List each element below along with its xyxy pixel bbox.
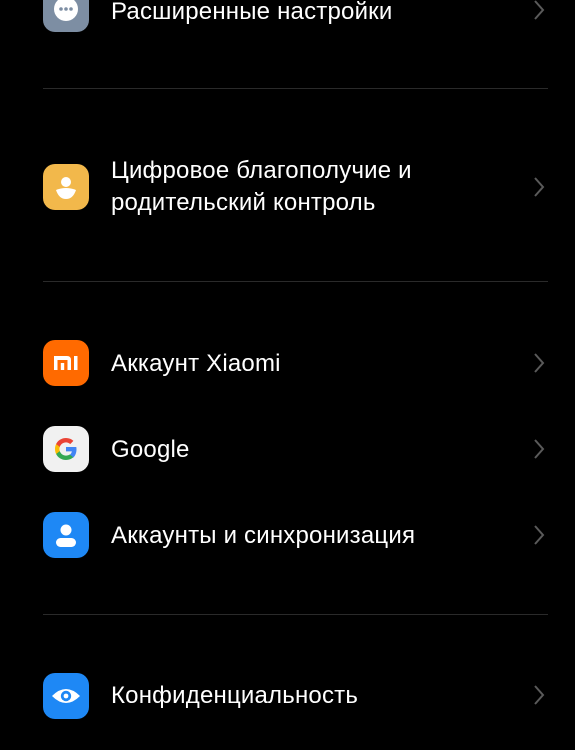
divider xyxy=(43,281,548,282)
chevron-right-icon xyxy=(534,177,545,197)
chevron-right-icon xyxy=(534,439,545,459)
settings-item-privacy[interactable]: Конфиденциальность xyxy=(0,669,575,725)
wellbeing-person-icon xyxy=(43,164,89,210)
settings-item-google[interactable]: Google xyxy=(0,421,575,477)
eye-icon xyxy=(43,673,89,719)
divider xyxy=(43,88,548,89)
chevron-right-icon xyxy=(534,525,545,545)
settings-item-label: Аккаунт Xiaomi xyxy=(111,350,281,377)
chevron-right-icon xyxy=(534,0,545,20)
mi-logo-icon xyxy=(43,340,89,386)
settings-item-label: Google xyxy=(111,436,190,463)
settings-item-xiaomi-account[interactable]: Аккаунт Xiaomi xyxy=(0,335,575,391)
settings-item-label: Аккаунты и синхронизация xyxy=(111,522,416,549)
settings-item-wellbeing[interactable]: Цифровое благополучие и родительский кон… xyxy=(0,150,575,230)
settings-item-advanced[interactable]: Расширенные настройки xyxy=(0,0,575,46)
account-person-icon xyxy=(43,512,89,558)
settings-item-label-line2: родительский контроль xyxy=(111,189,376,216)
settings-item-label-line1: Цифровое благополучие и xyxy=(111,157,412,184)
more-dots-icon xyxy=(43,0,89,32)
settings-item-accounts-sync[interactable]: Аккаунты и синхронизация xyxy=(0,507,575,563)
chevron-right-icon xyxy=(534,685,545,705)
settings-item-label: Расширенные настройки xyxy=(111,0,393,25)
divider xyxy=(43,614,548,615)
chevron-right-icon xyxy=(534,353,545,373)
google-g-icon xyxy=(43,426,89,472)
settings-item-label: Конфиденциальность xyxy=(111,682,359,709)
